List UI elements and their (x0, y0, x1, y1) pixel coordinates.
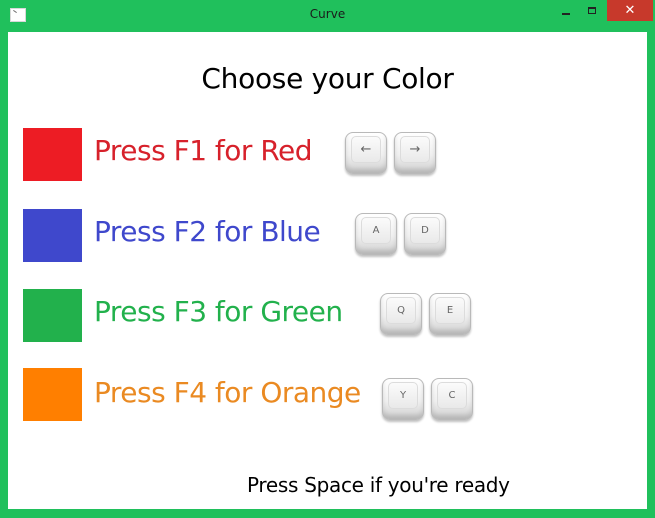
option-label-blue: Press F2 for Blue (94, 215, 321, 248)
key-cap-label: Q (386, 297, 416, 324)
game-window: Curve ✕ Choose your Color Press F1 for R… (0, 0, 655, 518)
key-right-arrow-icon: → (394, 132, 436, 174)
maximize-button[interactable] (579, 0, 605, 21)
page-title: Choose your Color (201, 62, 454, 95)
key-q-icon: Q (380, 293, 422, 335)
key-group-orange: Y C (382, 378, 473, 422)
key-cap-label: E (435, 297, 465, 324)
key-cap-label: C (437, 382, 467, 409)
key-d-icon: D (404, 213, 446, 255)
color-option-red: Press F1 for Red ← → (8, 128, 647, 184)
key-e-icon: E (429, 293, 471, 335)
color-option-green: Press F3 for Green Q E (8, 289, 647, 345)
color-swatch-blue (23, 209, 82, 262)
key-cap-label: ← (351, 136, 381, 163)
color-swatch-red (23, 128, 82, 181)
color-option-blue: Press F2 for Blue A D (8, 209, 647, 265)
key-c-icon: C (431, 378, 473, 420)
key-cap-label: Y (388, 382, 418, 409)
color-swatch-orange (23, 368, 82, 421)
key-group-red: ← → (345, 132, 436, 176)
key-cap-label: D (410, 217, 440, 244)
minimize-icon (562, 12, 570, 15)
option-label-green: Press F3 for Green (94, 295, 343, 328)
option-label-red: Press F1 for Red (94, 134, 313, 167)
minimize-button[interactable] (553, 0, 579, 21)
title-bar[interactable]: Curve ✕ (0, 0, 655, 32)
key-cap-label: → (400, 136, 430, 163)
option-label-orange: Press F4 for Orange (94, 376, 361, 409)
ready-prompt: Press Space if you're ready (247, 473, 510, 497)
color-option-orange: Press F4 for Orange Y C (8, 368, 647, 424)
close-icon: ✕ (624, 3, 636, 18)
close-button[interactable]: ✕ (607, 0, 653, 21)
key-left-arrow-icon: ← (345, 132, 387, 174)
key-a-icon: A (355, 213, 397, 255)
key-y-icon: Y (382, 378, 424, 420)
key-group-green: Q E (380, 293, 471, 337)
key-cap-label: A (361, 217, 391, 244)
key-group-blue: A D (355, 213, 446, 257)
maximize-icon (588, 7, 596, 14)
game-canvas: Choose your Color Press F1 for Red ← → P… (8, 32, 647, 509)
color-swatch-green (23, 289, 82, 342)
